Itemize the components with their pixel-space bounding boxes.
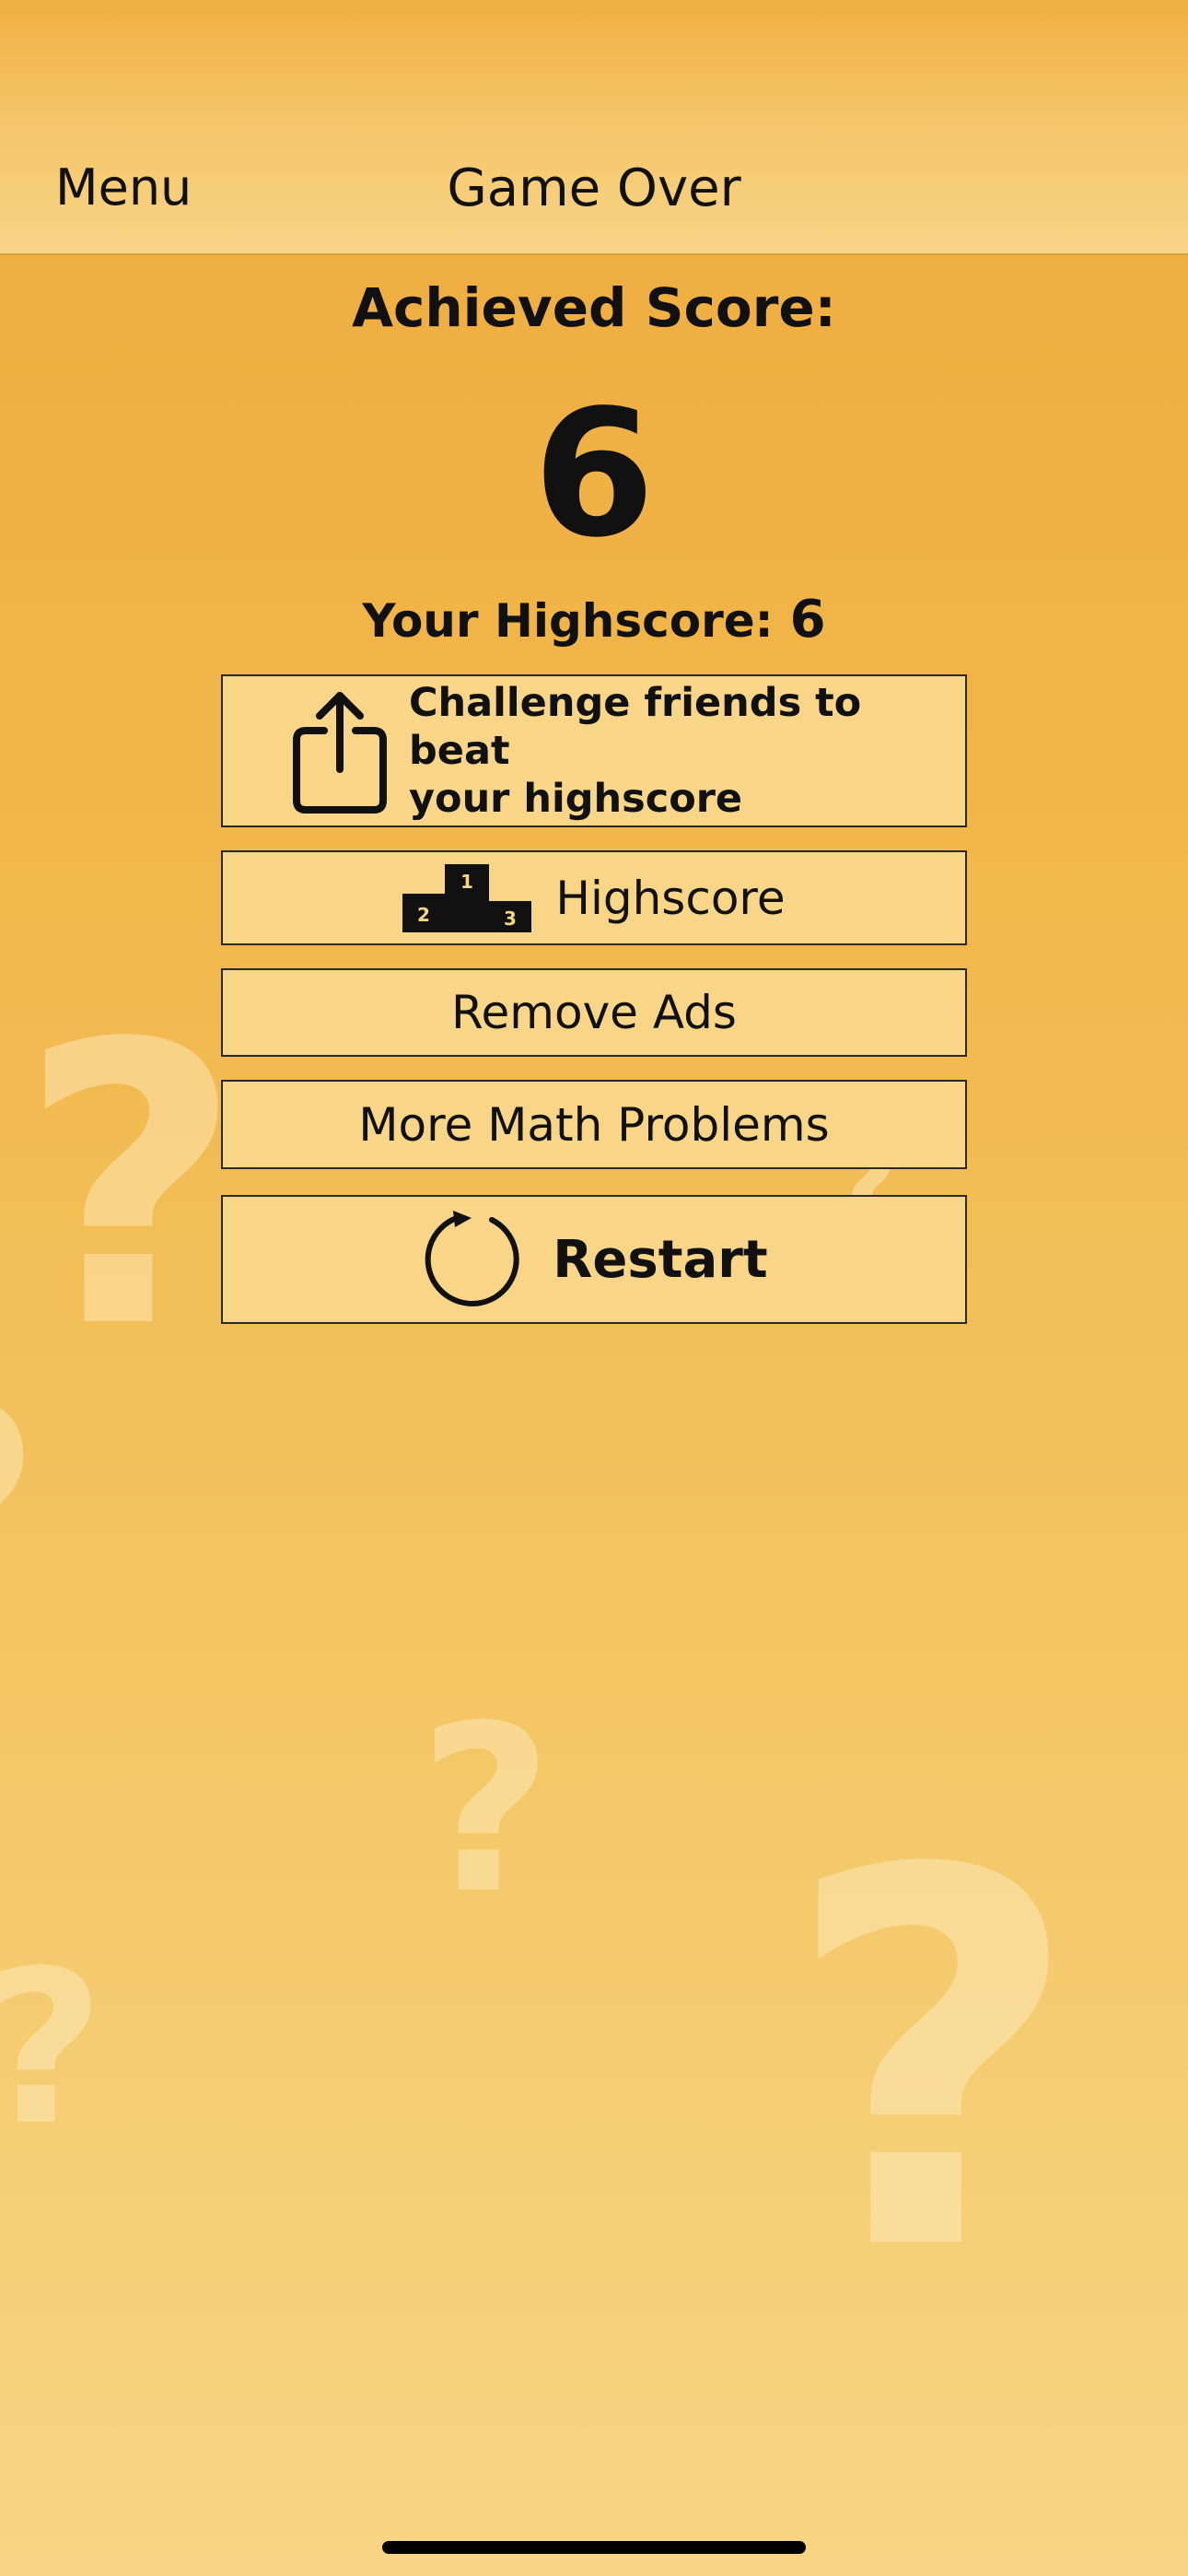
highscore-label: Your Highscore: [362, 594, 774, 648]
remove-ads-button[interactable]: Remove Ads [221, 968, 967, 1057]
highscore-button[interactable]: 1 2 3 Highscore [221, 850, 967, 945]
achieved-score-label: Achieved Score: [352, 276, 836, 339]
restart-icon [425, 1211, 519, 1306]
more-math-problems-label: More Math Problems [358, 1097, 830, 1152]
restart-label: Restart [553, 1229, 768, 1290]
highscore-button-label: Highscore [555, 871, 786, 925]
background-question-mark: ? [0, 1364, 43, 1677]
navigation-bar: Game Over Menu [0, 0, 1188, 255]
more-math-problems-button[interactable]: More Math Problems [221, 1080, 967, 1169]
podium-icon: 1 2 3 [402, 863, 532, 932]
podium-third-label: 3 [504, 907, 517, 930]
share-icon [293, 692, 387, 814]
background-question-mark: ? [0, 1944, 104, 2156]
challenge-friends-label: Challenge friends to beat your highscore [409, 680, 862, 822]
background-question-mark: ? [18, 963, 243, 1413]
challenge-friends-button[interactable]: Challenge friends to beat your highscore [221, 674, 967, 827]
background-question-mark: ? [783, 1763, 1082, 2364]
highscore-value: 6 [789, 590, 826, 650]
highscore-summary: Your Highscore: 6 [0, 590, 1188, 650]
menu-button[interactable]: Menu [55, 158, 192, 217]
achieved-score-value: 6 [532, 372, 656, 576]
podium-first-label: 1 [460, 871, 473, 893]
remove-ads-label: Remove Ads [451, 986, 737, 1039]
home-indicator[interactable] [382, 2541, 806, 2554]
background-question-mark: ? [419, 1676, 553, 1944]
restart-button[interactable]: Restart [221, 1195, 967, 1324]
podium-second-label: 2 [417, 904, 430, 926]
